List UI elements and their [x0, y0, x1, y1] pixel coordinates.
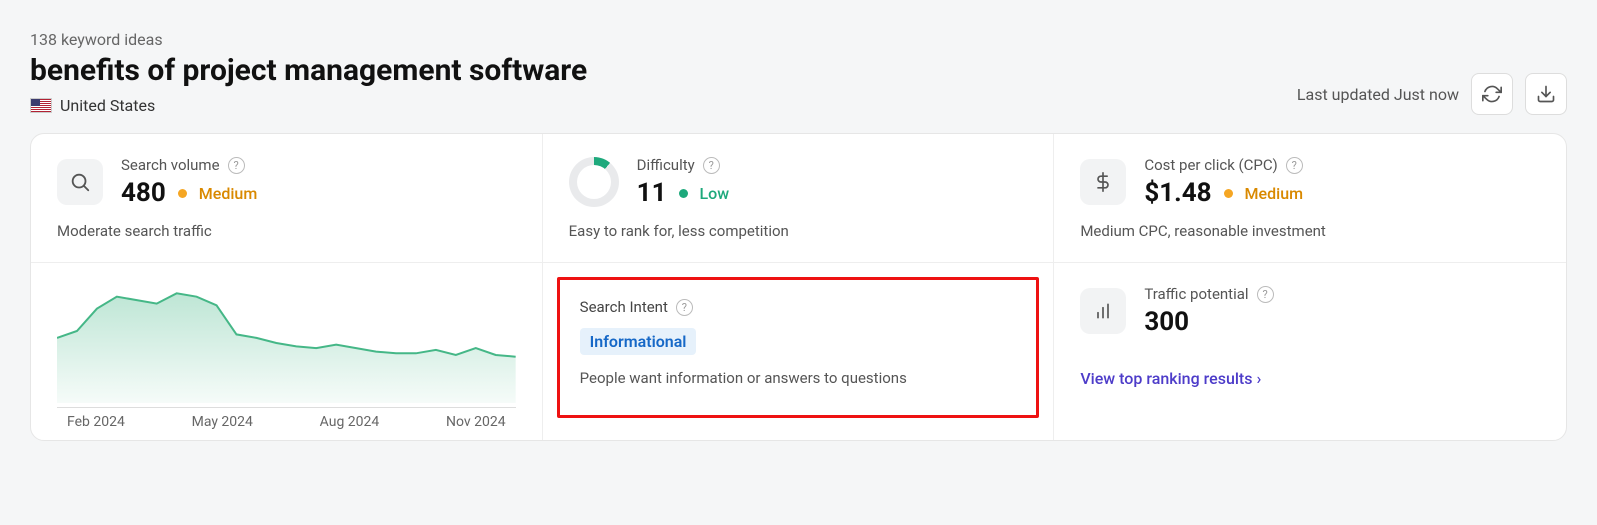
search-volume-badge: Medium [199, 184, 258, 203]
refresh-icon [1482, 84, 1502, 104]
chart-x-label: Aug 2024 [320, 414, 380, 430]
traffic-potential-label: Traffic potential [1144, 285, 1248, 303]
chart-x-label: Nov 2024 [446, 414, 506, 430]
download-button[interactable] [1525, 73, 1567, 115]
cpc-value: $1.48 [1144, 178, 1211, 208]
header-left: 138 keyword ideas benefits of project ma… [30, 30, 587, 115]
page-title: benefits of project management software [30, 53, 587, 88]
header-right: Last updated Just now [1297, 73, 1567, 115]
difficulty-value: 11 [637, 178, 667, 208]
refresh-button[interactable] [1471, 73, 1513, 115]
search-intent-label: Search Intent [580, 298, 668, 316]
cpc-badge: Medium [1245, 184, 1304, 203]
help-icon[interactable]: ? [676, 299, 693, 316]
trend-chart-cell: Feb 2024 May 2024 Aug 2024 Nov 2024 [31, 263, 543, 440]
cpc-cell: Cost per click (CPC) ? $1.48 Medium Medi… [1054, 134, 1566, 263]
country-row: United States [30, 96, 587, 115]
flag-us-icon [30, 98, 52, 113]
cpc-label: Cost per click (CPC) [1144, 156, 1277, 174]
download-icon [1536, 84, 1556, 104]
metrics-panel: Search volume ? 480 Medium Moderate sear… [30, 133, 1567, 441]
bar-chart-icon [1080, 288, 1126, 334]
search-volume-description: Moderate search traffic [57, 222, 516, 240]
search-volume-value: 480 [121, 178, 166, 208]
keyword-ideas-count: 138 keyword ideas [30, 30, 587, 49]
search-intent-highlight: Search Intent ? Informational People wan… [557, 277, 1040, 418]
search-intent-cell: Search Intent ? Informational People wan… [543, 263, 1055, 440]
chart-x-label: May 2024 [192, 414, 253, 430]
difficulty-cell: Difficulty ? 11 Low Easy to rank for, le… [543, 134, 1055, 263]
help-icon[interactable]: ? [228, 157, 245, 174]
search-volume-cell: Search volume ? 480 Medium Moderate sear… [31, 134, 543, 263]
cpc-description: Medium CPC, reasonable investment [1080, 222, 1540, 240]
help-icon[interactable]: ? [1257, 286, 1274, 303]
dot-orange-icon [178, 189, 187, 198]
trend-chart [57, 283, 516, 403]
page-header: 138 keyword ideas benefits of project ma… [30, 30, 1567, 115]
search-intent-description: People want information or answers to qu… [580, 369, 1017, 387]
help-icon[interactable]: ? [703, 157, 720, 174]
view-top-results-link[interactable]: View top ranking results › [1080, 369, 1261, 388]
help-icon[interactable]: ? [1286, 157, 1303, 174]
chart-x-label: Feb 2024 [67, 414, 125, 430]
dot-orange-icon [1224, 189, 1233, 198]
view-top-results-label: View top ranking results [1080, 369, 1252, 388]
dollar-icon [1080, 159, 1126, 205]
search-icon [57, 159, 103, 205]
last-updated: Last updated Just now [1297, 85, 1459, 104]
difficulty-badge: Low [700, 184, 730, 203]
search-intent-value: Informational [580, 328, 697, 355]
chart-x-axis: Feb 2024 May 2024 Aug 2024 Nov 2024 [57, 407, 516, 430]
difficulty-label: Difficulty [637, 156, 695, 174]
difficulty-donut-icon [569, 157, 619, 207]
chevron-right-icon: › [1256, 369, 1261, 388]
search-volume-label: Search volume [121, 156, 220, 174]
country-label: United States [60, 96, 155, 115]
dot-green-icon [679, 189, 688, 198]
traffic-potential-value: 300 [1144, 307, 1189, 337]
difficulty-description: Easy to rank for, less competition [569, 222, 1028, 240]
traffic-potential-cell: Traffic potential ? 300 View top ranking… [1054, 263, 1566, 440]
